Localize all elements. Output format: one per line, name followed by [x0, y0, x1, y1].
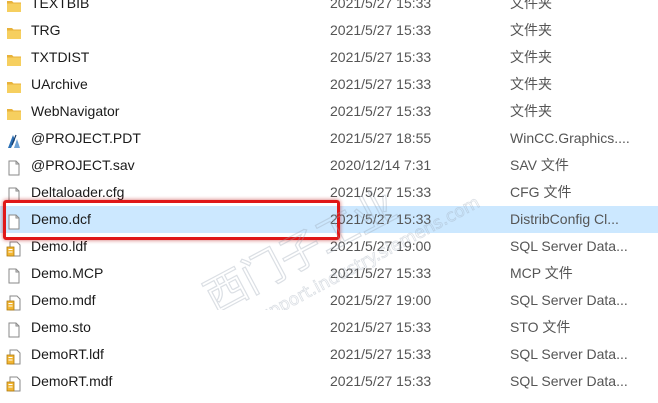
- file-row[interactable]: @PROJECT.PDT 2021/5/27 18:55 WinCC.Graphic…: [0, 125, 658, 152]
- folder-icon: [6, 104, 22, 120]
- file-name: Demo.sto: [31, 319, 91, 335]
- file-row[interactable]: Demo.MCP 2021/5/27 15:33 MCP 文件: [0, 260, 658, 287]
- file-type: 文件夹: [510, 76, 552, 92]
- file-row[interactable]: TEXTBIB 2021/5/27 15:33 文件夹: [0, 0, 658, 17]
- file-date: 2021/5/27 15:33: [330, 211, 432, 227]
- file-type: SAV 文件: [510, 157, 569, 173]
- folder-icon: [6, 23, 22, 39]
- file-date: 2021/5/27 15:33: [330, 0, 432, 11]
- file-row[interactable]: Deltaloader.cfg 2021/5/27 15:33 CFG 文件: [0, 179, 658, 206]
- file-name: Demo.MCP: [31, 265, 104, 281]
- file-name: Demo.mdf: [31, 292, 96, 308]
- file-type: SQL Server Data...: [510, 238, 628, 254]
- file-type: WinCC.Graphics....: [510, 130, 630, 146]
- file-name: @PROJECT.sav: [31, 157, 135, 173]
- file-type: DistribConfig Cl...: [510, 211, 619, 227]
- file-row[interactable]: TXTDIST 2021/5/27 15:33 文件夹: [0, 44, 658, 71]
- file-name: WebNavigator: [31, 103, 120, 119]
- file-list: TEXTBIB 2021/5/27 15:33 文件夹 TRG 2021/5/27 15…: [0, 0, 658, 395]
- file-name: Demo.dcf: [31, 211, 91, 227]
- wincc-graphics-icon: [6, 131, 22, 148]
- folder-icon: [6, 0, 22, 12]
- file-date: 2021/5/27 18:55: [330, 130, 432, 146]
- file-name: TRG: [31, 22, 61, 38]
- file-date: 2021/5/27 19:00: [330, 238, 432, 254]
- file-type: MCP 文件: [510, 265, 573, 281]
- file-name: UArchive: [31, 76, 88, 92]
- file-type: 文件夹: [510, 0, 552, 11]
- file-type: 文件夹: [510, 22, 552, 38]
- file-row[interactable]: Demo.dcf 2021/5/27 15:33 DistribConfig Cl.…: [0, 206, 658, 233]
- file-type: 文件夹: [510, 103, 552, 119]
- file-name: TXTDIST: [31, 49, 90, 65]
- file-row[interactable]: TRG 2021/5/27 15:33 文件夹: [0, 17, 658, 44]
- folder-icon: [6, 50, 22, 66]
- file-date: 2020/12/14 7:31: [330, 157, 432, 173]
- file-row[interactable]: DemoRT.ldf 2021/5/27 15:33 SQL Server Data…: [0, 341, 658, 368]
- file-icon: [6, 266, 22, 284]
- file-date: 2021/5/27 15:33: [330, 103, 432, 119]
- sql-data-icon: [6, 374, 22, 392]
- file-type: SQL Server Data...: [510, 292, 628, 308]
- file-date: 2021/5/27 15:33: [330, 319, 432, 335]
- file-row[interactable]: Demo.ldf 2021/5/27 19:00 SQL Server Data..…: [0, 233, 658, 260]
- file-type: 文件夹: [510, 49, 552, 65]
- file-date: 2021/5/27 15:33: [330, 373, 432, 389]
- file-row[interactable]: @PROJECT.sav 2020/12/14 7:31 SAV 文件: [0, 152, 658, 179]
- file-name: TEXTBIB: [31, 0, 90, 11]
- file-icon: [6, 320, 22, 338]
- sql-data-icon: [6, 347, 22, 365]
- folder-icon: [6, 77, 22, 93]
- file-row[interactable]: Demo.mdf 2021/5/27 19:00 SQL Server Data..…: [0, 287, 658, 314]
- file-name: @PROJECT.PDT: [31, 130, 141, 146]
- file-icon: [6, 212, 22, 230]
- file-date: 2021/5/27 15:33: [330, 265, 432, 281]
- file-icon: [6, 185, 22, 203]
- file-date: 2021/5/27 15:33: [330, 76, 432, 92]
- sql-data-icon: [6, 239, 22, 257]
- file-row[interactable]: DemoRT.mdf 2021/5/27 15:33 SQL Server Data…: [0, 368, 658, 395]
- file-date: 2021/5/27 15:33: [330, 22, 432, 38]
- file-name: Demo.ldf: [31, 238, 88, 254]
- file-date: 2021/5/27 19:00: [330, 292, 432, 308]
- file-type: SQL Server Data...: [510, 373, 628, 389]
- file-date: 2021/5/27 15:33: [330, 346, 432, 362]
- file-row[interactable]: UArchive 2021/5/27 15:33 文件夹: [0, 71, 658, 98]
- file-type: CFG 文件: [510, 184, 572, 200]
- file-name: DemoRT.mdf: [31, 373, 113, 389]
- sql-data-icon: [6, 293, 22, 311]
- file-date: 2021/5/27 15:33: [330, 184, 432, 200]
- file-row[interactable]: WebNavigator 2021/5/27 15:33 文件夹: [0, 98, 658, 125]
- file-type: SQL Server Data...: [510, 346, 628, 362]
- file-name: DemoRT.ldf: [31, 346, 104, 362]
- file-icon: [6, 158, 22, 176]
- file-type: STO 文件: [510, 319, 571, 335]
- file-date: 2021/5/27 15:33: [330, 49, 432, 65]
- file-name: Deltaloader.cfg: [31, 184, 125, 200]
- file-row[interactable]: Demo.sto 2021/5/27 15:33 STO 文件: [0, 314, 658, 341]
